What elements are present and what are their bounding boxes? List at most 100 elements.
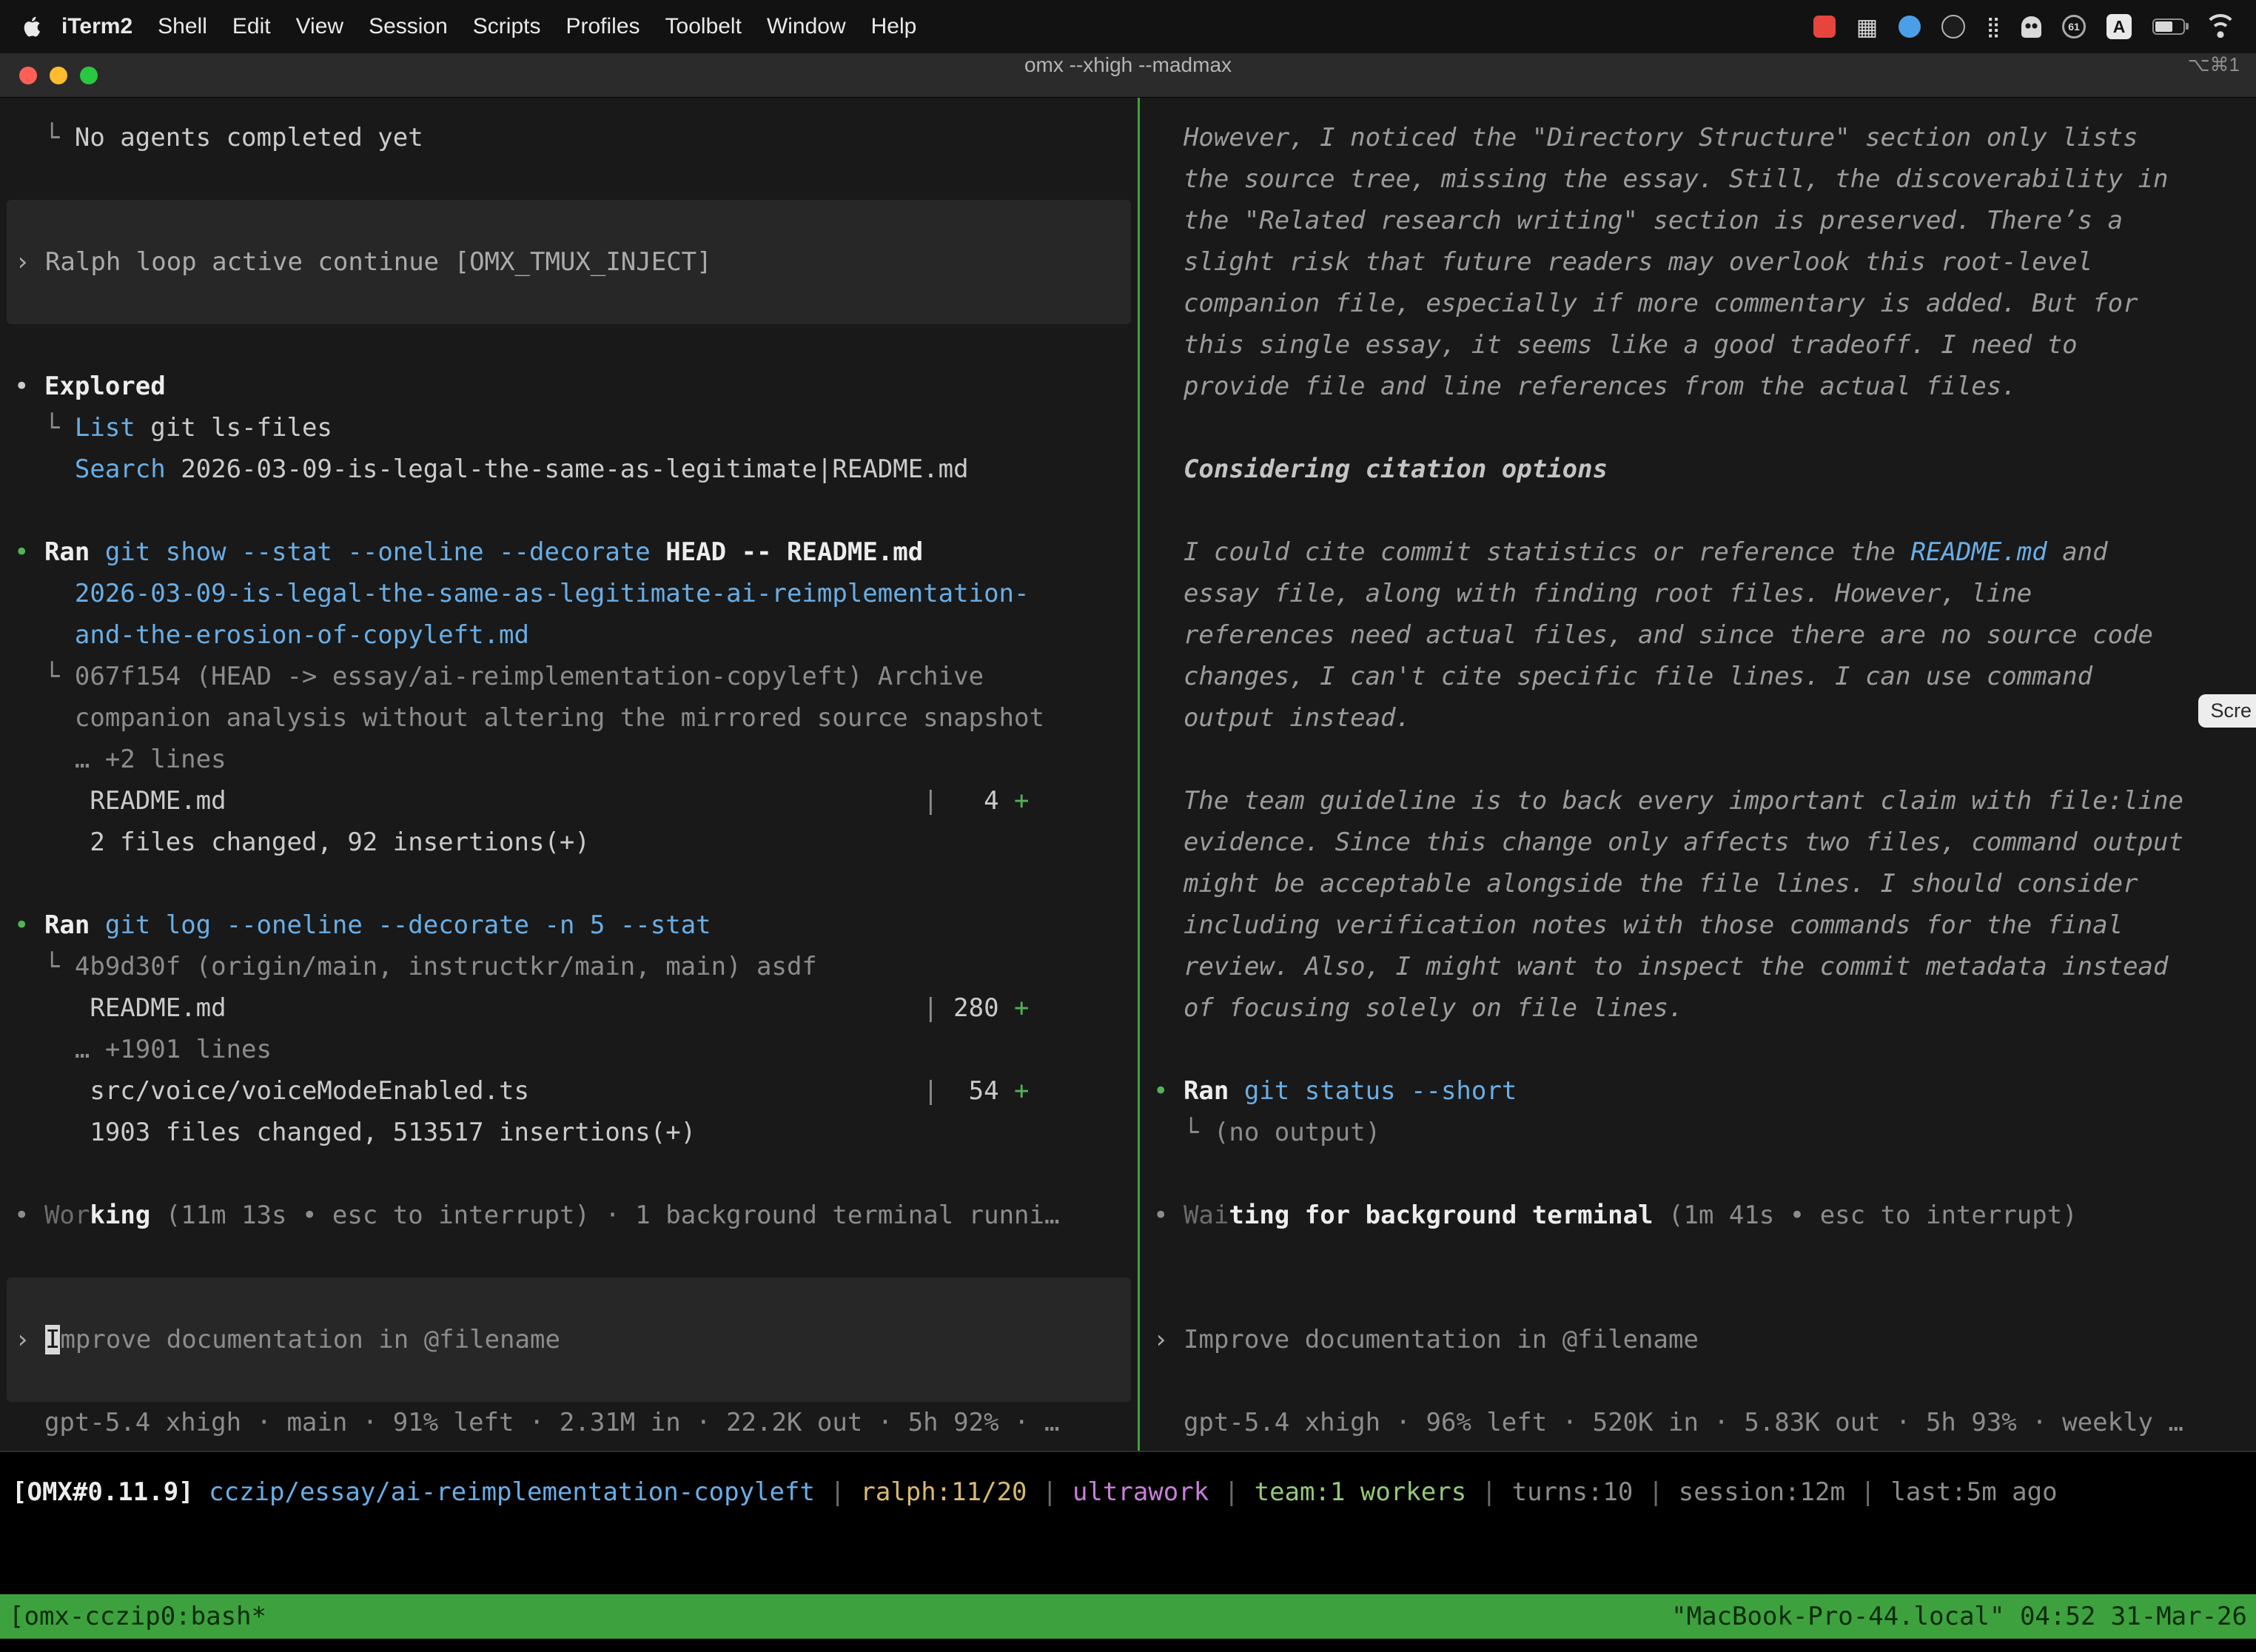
terminal-line: the "Related research writing" section i…	[1140, 200, 2256, 241]
text-segment: references need actual files, and since …	[1153, 620, 2153, 650]
blank-line	[0, 158, 1138, 200]
close-button[interactable]	[19, 67, 37, 84]
terminal-line: … +2 lines	[0, 739, 1138, 780]
text-segment: essay file, along with finding root file…	[1153, 579, 2032, 608]
text-segment: output instead.	[1153, 703, 1411, 733]
text-segment: └ 4b9d30f (origin/main, instructkr/main,…	[14, 952, 817, 981]
text-segment	[1229, 1076, 1243, 1106]
menu-window[interactable]: Window	[754, 0, 859, 53]
zoom-button[interactable]	[80, 67, 98, 84]
text-segment: session:12m	[1679, 1477, 1845, 1507]
screen-recording-icon[interactable]	[1813, 16, 1836, 38]
menu-scripts[interactable]: Scripts	[460, 0, 554, 53]
terminal-line: └ (no output)	[1140, 1112, 2256, 1153]
apple-menu-icon[interactable]	[21, 15, 41, 38]
right-pane[interactable]: However, I noticed the "Directory Struct…	[1140, 98, 2256, 1451]
wifi-icon[interactable]	[2206, 16, 2235, 38]
text-segment: changes, I can't cite specific file line…	[1153, 662, 2092, 691]
terminal-line: README.md | 4 +	[0, 780, 1138, 822]
terminal-line: 2 files changed, 92 insertions(+)	[0, 822, 1138, 863]
blank-line	[0, 1236, 1138, 1277]
text-segment: Ran	[1184, 1076, 1229, 1106]
terminal-line: provide file and line references from th…	[1140, 366, 2256, 407]
text-segment: this single essay, it seems like a good …	[1153, 330, 2078, 360]
text-segment: Wai	[1184, 1201, 1229, 1230]
blank-line	[1140, 1153, 2256, 1195]
text-segment: 2026-03-09-is-legal-the-same-as-legitima…	[166, 454, 969, 484]
terminal-line: Search 2026-03-09-is-legal-the-same-as-l…	[0, 449, 1138, 490]
text-segment: … +2 lines	[14, 745, 226, 774]
tmux-status-bar: [omx-cczip0:bash* "MacBook-Pro-44.local"…	[0, 1594, 2256, 1639]
prompt-line[interactable]: › Improve documentation in @filename	[1140, 1319, 2256, 1360]
ghost-app-icon[interactable]	[2021, 16, 2041, 38]
menu-toolbelt[interactable]: Toolbelt	[653, 0, 754, 53]
terminal-line: essay file, along with finding root file…	[1140, 573, 2256, 614]
menu-profiles[interactable]: Profiles	[553, 0, 652, 53]
window-shortcut: ⌥⌘1	[2188, 53, 2240, 76]
terminal-line: companion analysis without altering the …	[0, 697, 1138, 739]
terminal-line: references need actual files, and since …	[1140, 614, 2256, 656]
terminal-line: README.md | 280 +	[0, 987, 1138, 1029]
text-segment: •	[1153, 1201, 1184, 1230]
text-segment: 280	[939, 993, 1014, 1023]
text-segment: mprove documentation in @filename	[60, 1325, 560, 1354]
text-segment: I could cite commit statistics or refere…	[1153, 537, 1911, 567]
text-segment: src/voice/voiceModeEnabled.ts	[14, 1076, 529, 1106]
text-segment: Explored	[44, 372, 166, 401]
text-segment	[90, 910, 104, 940]
text-segment: |	[1466, 1477, 1511, 1507]
thinking-heading: Considering citation options	[1140, 449, 2256, 490]
text-segment: |	[1209, 1477, 1254, 1507]
prompt-input-text[interactable]: › Improve documentation in @filename	[7, 1319, 1131, 1360]
text-segment: List	[75, 413, 135, 443]
terminal-line: 1903 files changed, 513517 insertions(+)	[0, 1112, 1138, 1153]
text-segment: (1m 41s • esc to interrupt)	[1654, 1201, 2078, 1230]
terminal-line: The team guideline is to back every impo…	[1140, 780, 2256, 822]
text-segment: ›	[1153, 1325, 1184, 1354]
text-segment: 2026-03-09-is-legal-the-same-as-legitima…	[14, 579, 1029, 608]
window-title-bar[interactable]: omx --xhigh --madmax ⌥⌘1	[0, 53, 2256, 98]
text-segment: cczip/essay/ai-reimplementation-copyleft	[209, 1477, 815, 1507]
text-segment: evidence. Since this change only affects…	[1153, 827, 2183, 857]
left-pane[interactable]: └ No agents completed yet› Ralph loop ac…	[0, 98, 1138, 1451]
text-segment: |	[815, 1477, 860, 1507]
battery-gauge-icon[interactable]: 61	[2062, 15, 2086, 38]
dots-grid-icon[interactable]: ⣿	[1986, 17, 2001, 37]
text-segment: Ran	[44, 910, 90, 940]
text-segment: Ran	[44, 537, 90, 567]
text-segment: last:5m ago	[1890, 1477, 2057, 1507]
text-segment: team:1 workers	[1255, 1477, 1467, 1507]
text-segment: git show --stat --oneline --decorate	[105, 537, 651, 567]
text-cursor: I	[45, 1325, 60, 1354]
text-segment: and-the-erosion-of-copyleft.md	[14, 620, 529, 650]
text-segment: ultrawork	[1072, 1477, 1209, 1507]
text-segment: provide file and line references from th…	[1153, 372, 2017, 401]
menu-iterm2[interactable]: iTerm2	[49, 0, 145, 53]
text-segment: The team guideline is to back every impo…	[1153, 786, 2183, 816]
blue-app-icon[interactable]	[1899, 16, 1921, 38]
text-segment: However, I noticed the "Directory Struct…	[1153, 123, 2138, 152]
tmux-session-label: [omx-cczip0:bash*	[9, 1602, 266, 1631]
menu-edit[interactable]: Edit	[220, 0, 283, 53]
window-controls	[19, 67, 98, 84]
menu-view[interactable]: View	[283, 0, 356, 53]
terminal-line: └ List git ls-files	[0, 407, 1138, 449]
menu-shell[interactable]: Shell	[145, 0, 220, 53]
menu-session[interactable]: Session	[356, 0, 460, 53]
text-segment: including verification notes with those …	[1153, 910, 2123, 940]
text-segment: |	[226, 993, 939, 1023]
dark-circle-app-icon[interactable]	[1941, 15, 1965, 38]
screen-chip-button[interactable]: Scre	[2198, 694, 2256, 728]
text-segment: the source tree, missing the essay. Stil…	[1153, 164, 2168, 194]
text-segment: might be acceptable alongside the file l…	[1153, 869, 2138, 899]
minimize-button[interactable]	[50, 67, 67, 84]
battery-icon[interactable]	[2152, 19, 2185, 35]
menu-help[interactable]: Help	[859, 0, 930, 53]
text-segment: gpt-5.4 xhigh · main · 91% left · 2.31M …	[14, 1408, 1059, 1437]
text-segment: Wor	[44, 1201, 90, 1230]
terminal-line: slight risk that future readers may over…	[1140, 241, 2256, 283]
text-segment: git status --short	[1244, 1076, 1517, 1106]
grid-app-icon[interactable]: ▦	[1856, 16, 1878, 38]
keyboard-layout-icon[interactable]: A	[2106, 14, 2132, 39]
prompt-input[interactable]: › Improve documentation in @filename	[7, 1277, 1131, 1402]
